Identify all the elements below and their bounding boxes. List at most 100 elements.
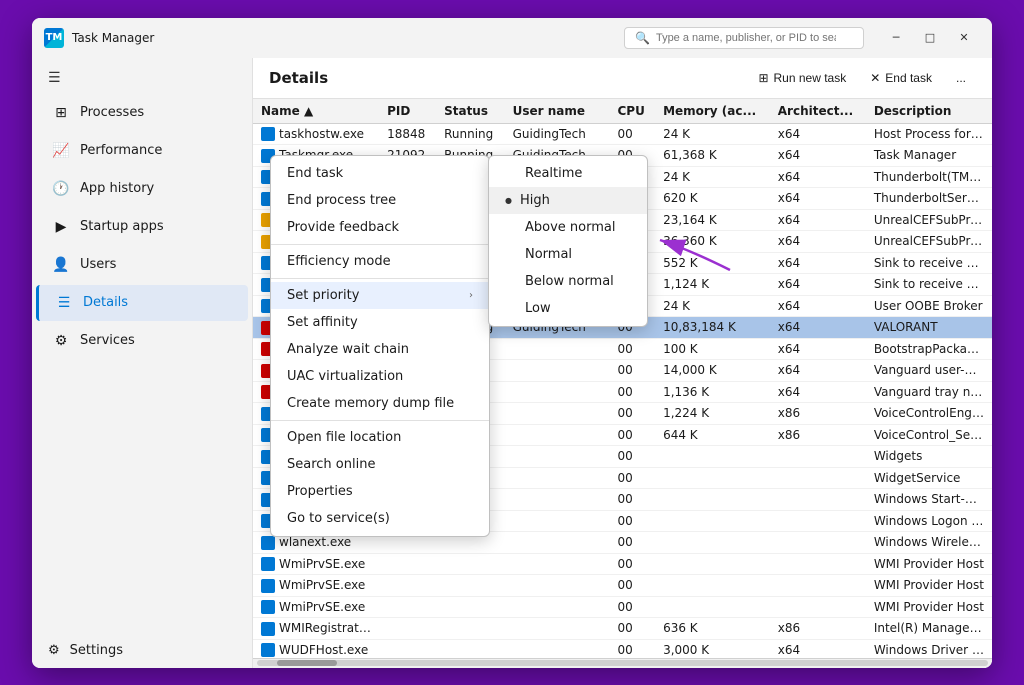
cell-arch (770, 532, 866, 554)
run-task-icon: ⊞ (758, 71, 768, 85)
header-actions: ⊞ Run new task ✕ End task ... (748, 66, 976, 90)
table-row[interactable]: taskhostw.exe 18848 Running GuidingTech … (253, 123, 992, 145)
ctx-set-priority[interactable]: Set priority › (271, 282, 489, 309)
cell-memory: 552 K (655, 252, 770, 274)
col-memory[interactable]: Memory (ac... (655, 99, 770, 124)
table-row[interactable]: WUDFHost.exe 00 3,000 K x64 Windows Driv… (253, 639, 992, 658)
sub-high[interactable]: ● High (489, 187, 647, 214)
cell-status (436, 618, 505, 640)
cell-user (505, 338, 610, 360)
maximize-button[interactable]: □ (914, 26, 946, 50)
scrollbar-thumb[interactable] (277, 660, 337, 666)
search-input[interactable] (656, 32, 836, 44)
cell-arch: x86 (770, 618, 866, 640)
sidebar-item-label: Performance (80, 143, 162, 158)
cell-user (505, 510, 610, 532)
ctx-end-task[interactable]: End task (271, 160, 489, 187)
ctx-create-memory-dump[interactable]: Create memory dump file (271, 390, 489, 417)
sub-above-normal[interactable]: Above normal (489, 214, 647, 241)
col-arch[interactable]: Architect... (770, 99, 866, 124)
cell-desc: WMI Provider Host (866, 575, 992, 597)
cell-status (436, 596, 505, 618)
col-cpu[interactable]: CPU (609, 99, 655, 124)
cell-desc: Windows Driver Fou (866, 639, 992, 658)
cell-user (505, 596, 610, 618)
cell-memory: 24 K (655, 123, 770, 145)
cell-user (505, 618, 610, 640)
ctx-set-affinity[interactable]: Set affinity (271, 309, 489, 336)
ctx-efficiency-mode[interactable]: Efficiency mode (271, 248, 489, 275)
page-title: Details (269, 69, 748, 87)
cell-arch (770, 446, 866, 468)
cell-arch: x64 (770, 145, 866, 167)
cell-cpu: 00 (609, 403, 655, 425)
sidebar-item-details[interactable]: ☰ Details (36, 285, 248, 321)
close-button[interactable]: ✕ (948, 26, 980, 50)
cell-cpu: 00 (609, 446, 655, 468)
cell-cpu: 00 (609, 360, 655, 382)
sidebar-item-app-history[interactable]: 🕐 App history (36, 171, 248, 207)
ctx-end-process-tree[interactable]: End process tree (271, 187, 489, 214)
sidebar-item-services[interactable]: ⚙ Services (36, 323, 248, 359)
end-task-header-button[interactable]: ✕ End task (860, 66, 942, 90)
sidebar-hamburger[interactable]: ☰ (32, 62, 252, 94)
performance-icon: 📈 (52, 143, 70, 159)
cell-arch (770, 553, 866, 575)
run-new-task-button[interactable]: ⊞ Run new task (748, 66, 856, 90)
cell-arch: x64 (770, 274, 866, 296)
cell-arch (770, 467, 866, 489)
table-row[interactable]: WmiPrvSE.exe 00 WMI Provider Host (253, 553, 992, 575)
cell-user (505, 489, 610, 511)
cell-cpu: 00 (609, 467, 655, 489)
ctx-open-file-location[interactable]: Open file location (271, 424, 489, 451)
ctx-uac-virtualization[interactable]: UAC virtualization (271, 363, 489, 390)
col-pid[interactable]: PID (379, 99, 436, 124)
sidebar-item-performance[interactable]: 📈 Performance (36, 133, 248, 169)
scrollbar-track[interactable] (257, 660, 988, 666)
more-options-button[interactable]: ... (946, 66, 976, 90)
table-row[interactable]: WmiPrvSE.exe 00 WMI Provider Host (253, 575, 992, 597)
cell-desc: User OOBE Broker (866, 295, 992, 317)
ctx-analyze-wait-chain[interactable]: Analyze wait chain (271, 336, 489, 363)
sub-low[interactable]: Low (489, 295, 647, 322)
cell-memory: 100 K (655, 338, 770, 360)
cell-name: WmiPrvSE.exe (253, 575, 379, 597)
sub-realtime[interactable]: Realtime (489, 160, 647, 187)
sub-below-normal[interactable]: Below normal (489, 268, 647, 295)
cell-status (436, 575, 505, 597)
sidebar-settings[interactable]: ⚙ Settings (32, 633, 252, 668)
cell-memory: 23,164 K (655, 209, 770, 231)
col-desc[interactable]: Description (866, 99, 992, 124)
minimize-button[interactable]: ─ (880, 26, 912, 50)
ctx-go-to-services[interactable]: Go to service(s) (271, 505, 489, 532)
main-layout: ☰ ⊞ Processes 📈 Performance 🕐 App histor… (32, 58, 992, 668)
ctx-provide-feedback[interactable]: Provide feedback (271, 214, 489, 241)
cell-memory: 1,136 K (655, 381, 770, 403)
cell-desc: VALORANT (866, 317, 992, 339)
table-row[interactable]: WMIRegistrationService.exe 00 636 K x86 … (253, 618, 992, 640)
sidebar-item-users[interactable]: 👤 Users (36, 247, 248, 283)
sidebar-item-startup-apps[interactable]: ▶ Startup apps (36, 209, 248, 245)
search-box[interactable]: 🔍 (624, 27, 864, 49)
sub-normal[interactable]: Normal (489, 241, 647, 268)
cell-arch: x64 (770, 188, 866, 210)
col-user[interactable]: User name (505, 99, 610, 124)
cell-cpu: 00 (609, 123, 655, 145)
title-bar: TM Task Manager 🔍 ─ □ ✕ (32, 18, 992, 58)
cell-cpu: 00 (609, 553, 655, 575)
cell-memory (655, 510, 770, 532)
ctx-search-online[interactable]: Search online (271, 451, 489, 478)
cell-user (505, 424, 610, 446)
cell-cpu: 00 (609, 424, 655, 446)
cell-desc: Host Process for Win (866, 123, 992, 145)
col-status[interactable]: Status (436, 99, 505, 124)
cell-desc: UnrealCEFSubProces (866, 209, 992, 231)
cell-desc: Vanguard user-mode (866, 360, 992, 382)
cell-desc: Task Manager (866, 145, 992, 167)
horizontal-scrollbar[interactable] (253, 658, 992, 668)
table-row[interactable]: WmiPrvSE.exe 00 WMI Provider Host (253, 596, 992, 618)
col-name[interactable]: Name ▲ (253, 99, 379, 124)
ctx-properties[interactable]: Properties (271, 478, 489, 505)
sidebar-item-processes[interactable]: ⊞ Processes (36, 95, 248, 131)
cell-user (505, 553, 610, 575)
